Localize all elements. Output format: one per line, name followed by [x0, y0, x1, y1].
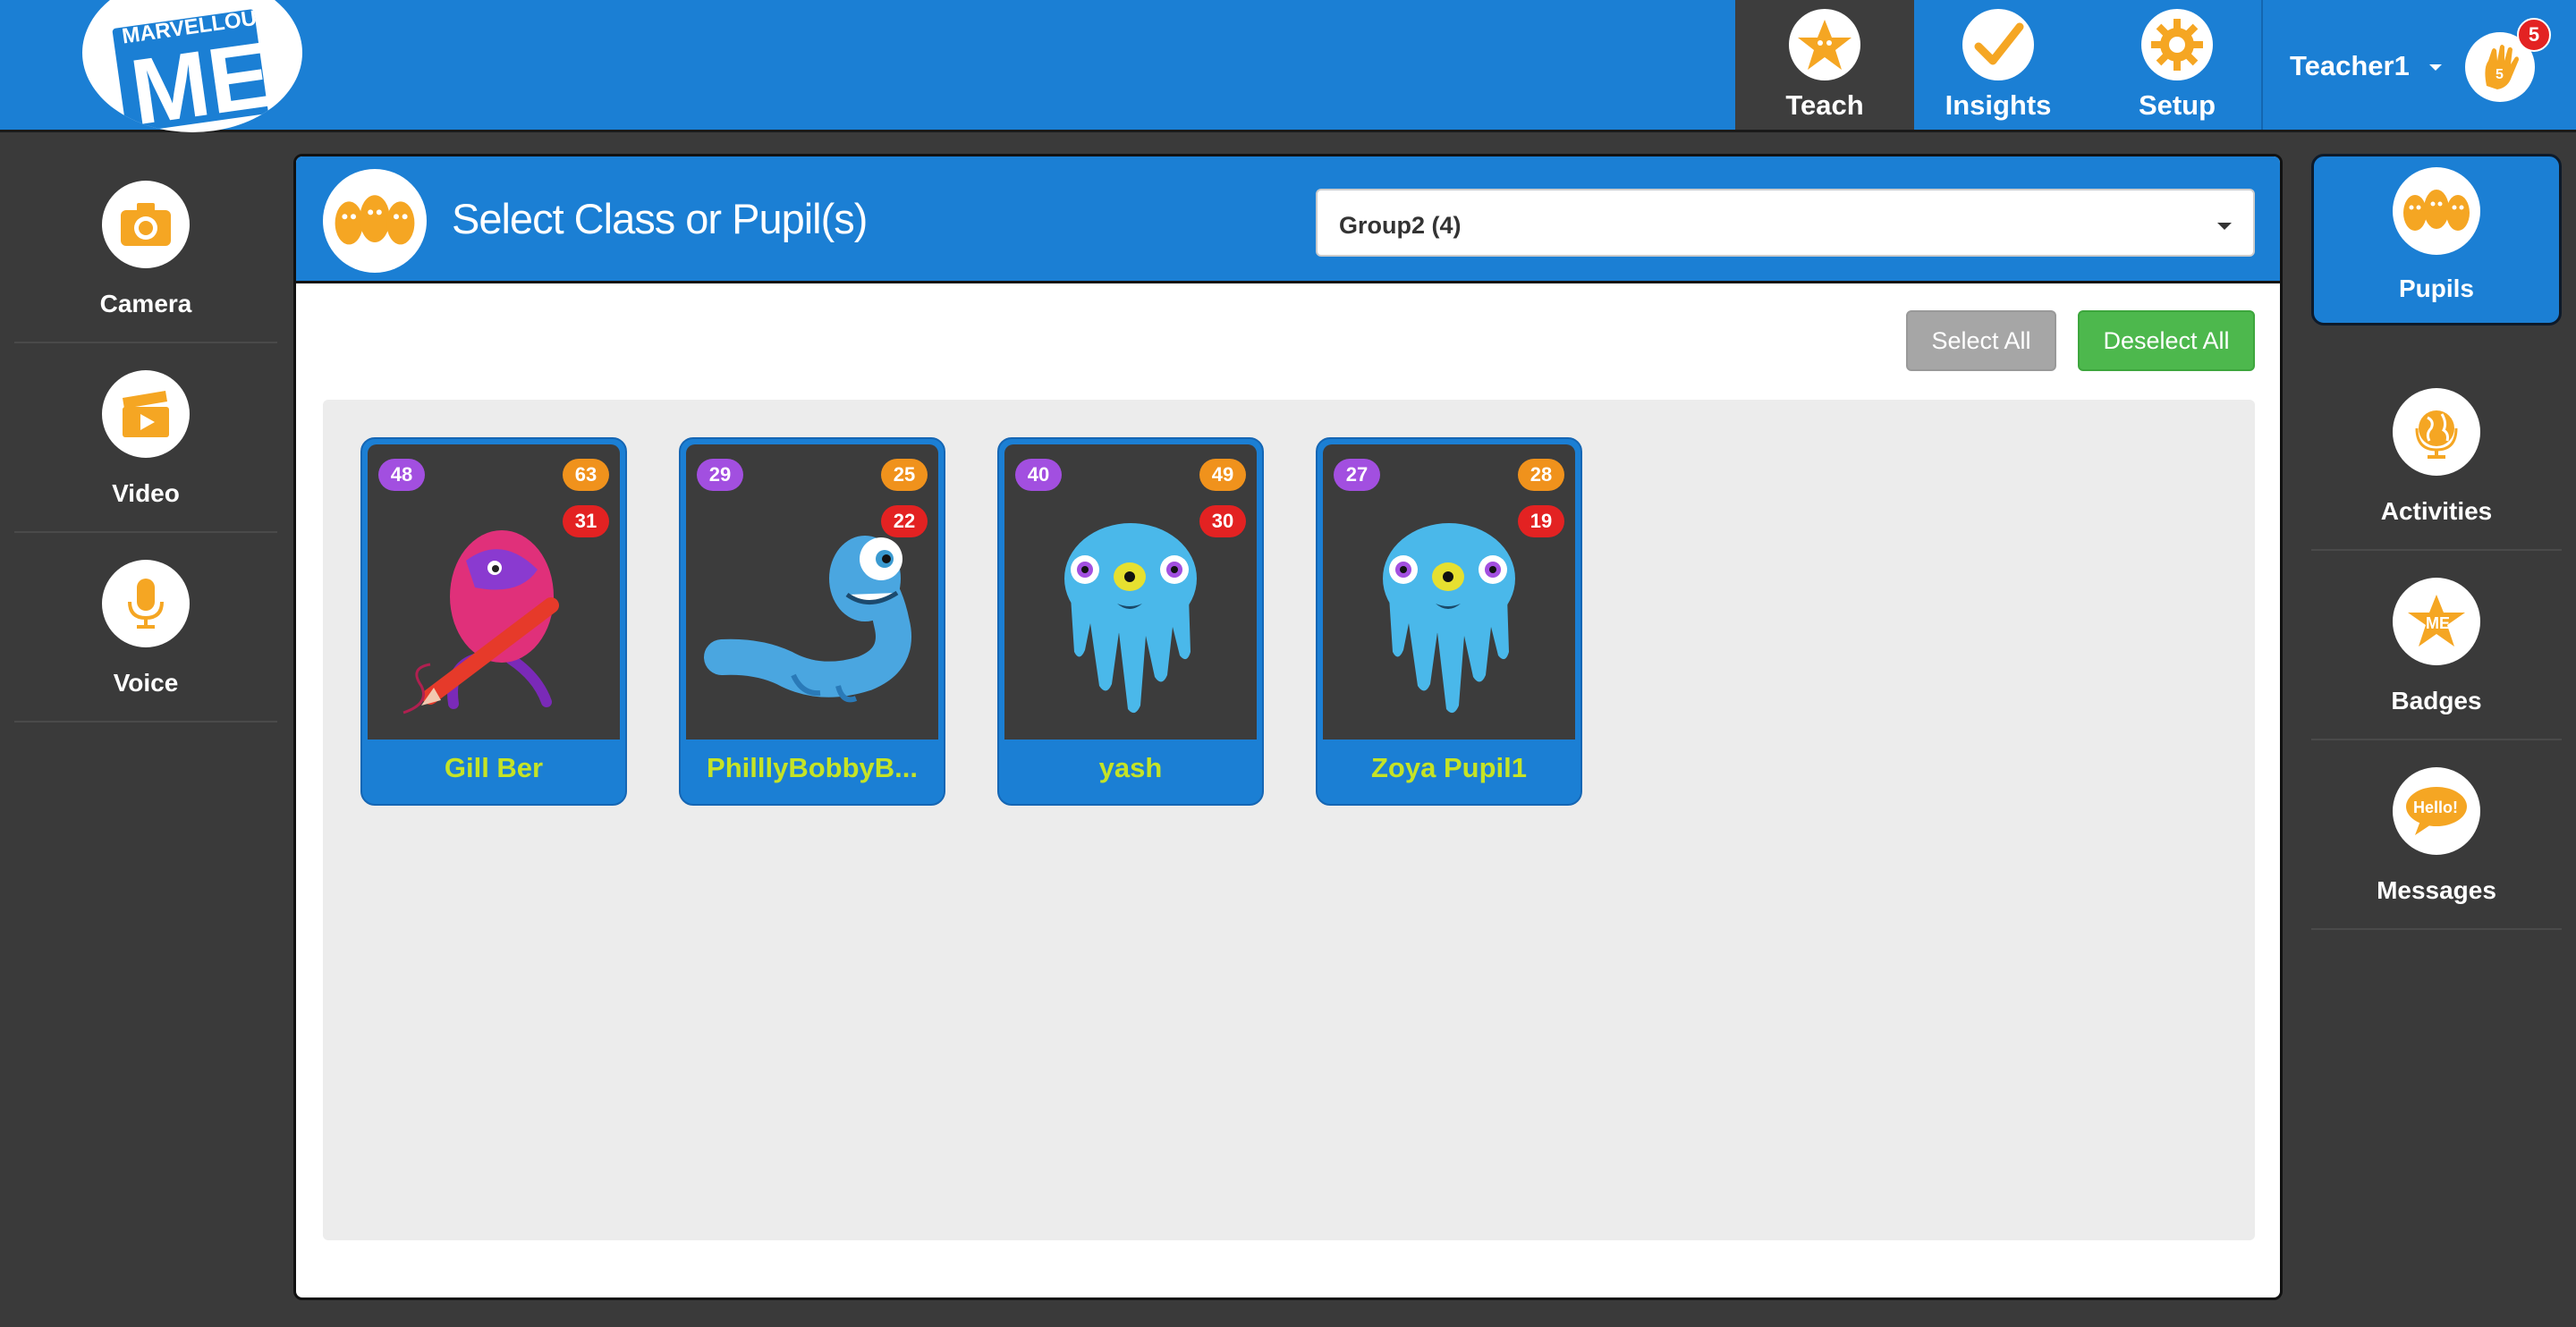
red-count-badge: 22 — [881, 505, 928, 537]
sidebar-label-pupils: Pupils — [2398, 275, 2474, 302]
select-all-button[interactable]: Select All — [1906, 310, 2056, 371]
main-panel: Select Class or Pupil(s) Group2 (4) Sele… — [293, 154, 2283, 1300]
pupil-name: Zoya Pupil1 — [1371, 752, 1527, 783]
marvellous-me-logo[interactable]: MARVELLOUS ME — [82, 0, 302, 132]
top-bar: MARVELLOUS ME Teach Insights Setup Teach… — [0, 0, 2576, 132]
chevron-down-icon — [2217, 223, 2232, 230]
purple-count-badge: 40 — [1015, 459, 1062, 491]
sidebar-label-activities: Activities — [2380, 497, 2493, 525]
pupil-avatar: 27 28 19 — [1323, 444, 1575, 740]
globe-icon — [2393, 388, 2480, 476]
red-count-badge: 19 — [1518, 505, 1564, 537]
svg-text:ME: ME — [2426, 614, 2450, 632]
deselect-all-button[interactable]: Deselect All — [2078, 310, 2255, 371]
checkmark-icon — [1962, 9, 2034, 80]
sidebar-item-pupils[interactable]: Pupils — [2311, 154, 2562, 325]
left-sidebar: Camera Video Voice — [14, 154, 277, 723]
pupil-card[interactable]: 27 28 19 Zoya Pupil1 — [1316, 437, 1582, 806]
main-header: Select Class or Pupil(s) Group2 (4) — [296, 156, 2280, 283]
sidebar-item-activities[interactable]: Activities — [2311, 361, 2562, 551]
group-select-value: Group2 (4) — [1339, 212, 1462, 239]
pupil-avatar: 40 49 30 — [1004, 444, 1257, 740]
sidebar-label-badges: Badges — [2391, 687, 2482, 714]
tab-setup[interactable]: Setup — [2088, 0, 2267, 130]
microphone-icon — [102, 560, 190, 647]
svg-text:ME: ME — [125, 23, 278, 132]
pupil-card[interactable]: 40 49 30 yash — [997, 437, 1264, 806]
svg-text:5: 5 — [2496, 67, 2504, 82]
group-select[interactable]: Group2 (4) — [1316, 189, 2255, 257]
sidebar-label-camera: Camera — [99, 290, 192, 317]
gear-icon — [2141, 9, 2213, 80]
orange-count-badge: 63 — [563, 459, 609, 491]
sidebar-item-camera[interactable]: Camera — [14, 154, 277, 343]
red-count-badge: 30 — [1199, 505, 1246, 537]
pupil-avatar: 48 63 31 — [368, 444, 620, 740]
purple-count-badge: 27 — [1334, 459, 1380, 491]
pupil-name: Gill Ber — [444, 752, 544, 783]
star-icon — [1789, 9, 1860, 80]
pupil-card[interactable]: 29 25 22 PhilllyBobbyB... — [679, 437, 945, 806]
red-count-badge: 31 — [563, 505, 609, 537]
user-name[interactable]: Teacher1 — [2290, 50, 2410, 82]
pupil-avatar: 29 25 22 — [686, 444, 938, 740]
sidebar-item-messages[interactable]: Hello! Messages — [2311, 740, 2562, 930]
tab-teach-label: Teach — [1785, 89, 1864, 121]
sidebar-label-messages: Messages — [2377, 876, 2496, 904]
svg-text:Hello!: Hello! — [2413, 799, 2458, 816]
pupil-name: PhilllyBobbyB... — [707, 752, 918, 783]
sidebar-item-badges[interactable]: ME Badges — [2311, 551, 2562, 740]
purple-count-badge: 48 — [378, 459, 425, 491]
tab-insights[interactable]: Insights — [1909, 0, 2088, 130]
user-menu[interactable]: Teacher1 5 5 — [2261, 0, 2576, 130]
orange-count-badge: 25 — [881, 459, 928, 491]
pupils-group-icon — [323, 169, 427, 273]
chevron-down-icon[interactable] — [2429, 64, 2442, 71]
purple-count-badge: 29 — [697, 459, 743, 491]
orange-count-badge: 49 — [1199, 459, 1246, 491]
tab-setup-label: Setup — [2138, 89, 2216, 121]
camera-icon — [102, 181, 190, 268]
pupil-card[interactable]: 48 63 31 Gill Ber — [360, 437, 627, 806]
tab-teach[interactable]: Teach — [1735, 0, 1914, 130]
sidebar-label-voice: Voice — [113, 669, 179, 697]
page-title: Select Class or Pupil(s) — [452, 195, 868, 242]
orange-count-badge: 28 — [1518, 459, 1564, 491]
pupil-grid: 48 63 31 Gill Ber 29 25 22 PhilllyBobbyB… — [323, 400, 2255, 1240]
sidebar-label-video: Video — [112, 479, 180, 507]
speech-bubble-icon: Hello! — [2393, 767, 2480, 855]
badge-icon: ME — [2393, 578, 2480, 665]
tab-insights-label: Insights — [1945, 89, 2052, 121]
sidebar-item-voice[interactable]: Voice — [14, 533, 277, 723]
right-sidebar: Pupils Activities ME Badges Hello! Messa… — [2311, 154, 2562, 930]
pupils-icon — [2393, 167, 2480, 255]
clapperboard-icon — [102, 370, 190, 458]
notification-badge[interactable]: 5 — [2517, 18, 2551, 52]
pupil-name: yash — [1098, 752, 1163, 783]
sidebar-item-video[interactable]: Video — [14, 343, 277, 533]
